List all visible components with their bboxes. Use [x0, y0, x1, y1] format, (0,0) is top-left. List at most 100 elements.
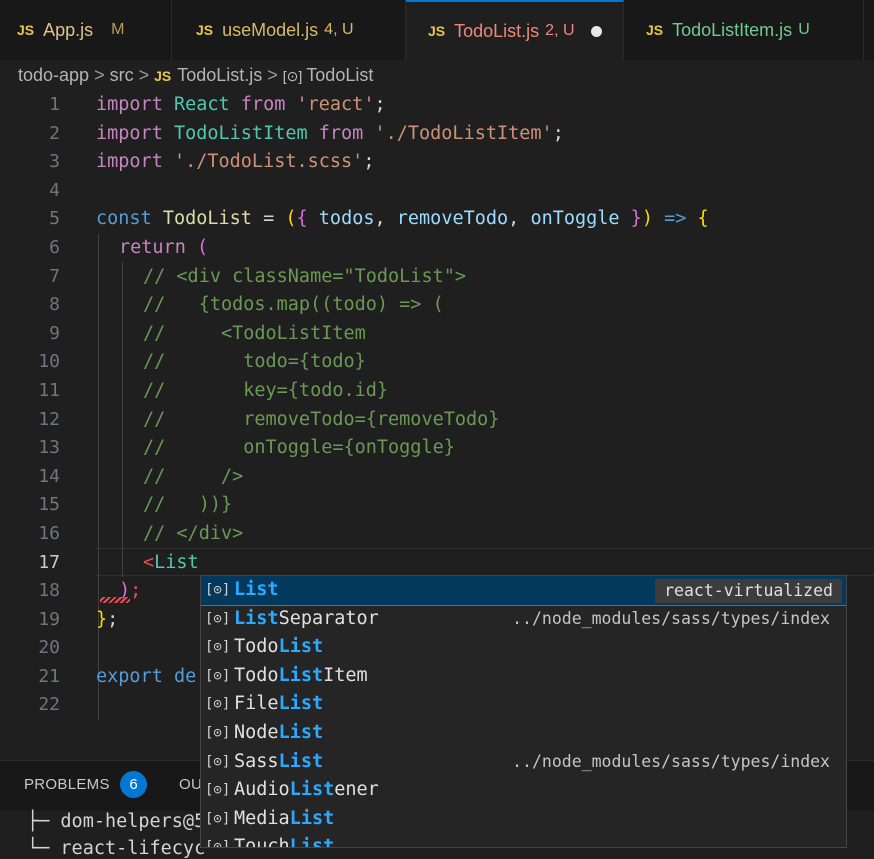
- suggestion-match: List: [289, 779, 335, 801]
- token: from: [240, 94, 286, 115]
- js-file-icon: JS: [428, 23, 446, 39]
- suggestion-item[interactable]: [⊙] TodoListItem: [201, 662, 846, 691]
- token: ;: [374, 94, 386, 115]
- suggestion-item[interactable]: [⊙] MediaList: [201, 805, 846, 834]
- tab-label: App.js: [43, 19, 94, 40]
- suggestion-match: List: [234, 607, 279, 629]
- suggestion-item[interactable]: [⊙] SassList ../node_modules/sass/types/in…: [201, 748, 846, 777]
- tab-label: useModel.js: [222, 19, 319, 40]
- symbol-cube-icon: [⊙]: [205, 696, 231, 713]
- error-squiggle: [100, 597, 130, 603]
- line-number: 21: [38, 665, 60, 687]
- line-number: 14: [38, 465, 60, 487]
- code-line-16: // </div>: [143, 522, 244, 544]
- symbol-cube-icon: [⊙]: [205, 582, 231, 598]
- token: <: [143, 551, 155, 573]
- line-number: 22: [38, 694, 60, 716]
- code-line-6: return (: [96, 234, 709, 263]
- token: ,: [374, 208, 397, 230]
- suggestion-prefix: File: [234, 693, 279, 715]
- terminal-line: └─ react-lifecyc: [27, 838, 206, 859]
- line-number: 8: [49, 294, 60, 316]
- token: ;: [107, 608, 119, 630]
- suggestion-item[interactable]: [⊙] TouchList: [201, 833, 846, 848]
- line-number: 13: [38, 437, 60, 459]
- token: React: [162, 94, 241, 115]
- suggestion-detail: react-virtualized: [655, 579, 842, 603]
- suggestion-item[interactable]: [⊙] ListSeparator ../node_modules/sass/typ…: [201, 605, 846, 634]
- token: ;: [363, 151, 375, 173]
- suggestion-prefix: Sass: [234, 750, 279, 772]
- breadcrumb-file[interactable]: TodoList.js: [177, 65, 262, 85]
- autocomplete-suggestions[interactable]: [⊙] List react-virtualized [⊙] ListSeparator…: [200, 575, 847, 848]
- line-number: 6: [49, 236, 60, 258]
- line-number: 4: [49, 179, 60, 201]
- line-number: 15: [38, 494, 60, 516]
- tab-label: TodoListItem.js: [672, 19, 793, 40]
- suggestion-item[interactable]: [⊙] TodoList: [201, 633, 846, 662]
- token: }: [96, 608, 108, 630]
- tab-todolist-js[interactable]: JS TodoList.js 2, U: [406, 0, 624, 60]
- token: TodoList: [151, 208, 252, 230]
- suggestion-match: List: [289, 807, 335, 829]
- token: return: [119, 236, 186, 258]
- code-line-17: <List: [96, 549, 709, 578]
- suggestion-prefix: Todo: [234, 636, 279, 658]
- symbol-cube-icon: [⊙]: [205, 724, 231, 741]
- token: {: [697, 208, 709, 230]
- token: import: [96, 122, 163, 144]
- token: de: [162, 665, 197, 687]
- suggestion-prefix: Node: [234, 721, 279, 743]
- breadcrumb-folder[interactable]: todo-app: [18, 65, 89, 85]
- tab-usemodel-js[interactable]: JS useModel.js 4, U: [172, 0, 406, 60]
- token: ): [641, 208, 653, 230]
- suggestion-item[interactable]: [⊙] FileList: [201, 690, 846, 719]
- suggestion-match: List: [278, 693, 324, 715]
- suggestion-match: List: [289, 836, 335, 848]
- breadcrumb-symbol[interactable]: TodoList: [306, 65, 373, 85]
- token: ;: [552, 122, 564, 144]
- symbol-cube-icon: [⊙]: [205, 839, 231, 848]
- code-line-5: const TodoList = ({ todos, removeTodo, o…: [96, 205, 709, 234]
- token: =>: [652, 208, 698, 230]
- token: './TodoList.scss': [162, 151, 364, 173]
- symbol-cube-icon: [⊙]: [205, 610, 231, 627]
- code-line-7: // <div className="TodoList">: [143, 265, 467, 287]
- suggestion-match: List: [278, 664, 324, 686]
- suggestion-match: List: [278, 750, 324, 772]
- suggestion-item[interactable]: [⊙] AudioListener: [201, 776, 846, 805]
- tab-app-js[interactable]: JS App.js M: [0, 0, 172, 60]
- breadcrumb-sub[interactable]: src: [110, 65, 134, 85]
- suggestion-item[interactable]: [⊙] List react-virtualized: [201, 576, 846, 606]
- suggestion-item[interactable]: [⊙] NodeList: [201, 719, 846, 748]
- token: TodoListItem: [162, 122, 319, 144]
- unsaved-dot-icon[interactable]: [590, 25, 602, 37]
- token: =: [251, 208, 286, 230]
- symbol-cube-icon: [⊙]: [205, 810, 231, 827]
- code-line-1: import React from 'react';: [96, 91, 709, 120]
- js-file-icon: JS: [646, 22, 664, 38]
- token: 'react': [285, 94, 375, 115]
- token: import: [96, 94, 163, 115]
- token: ;: [130, 580, 142, 602]
- tab-problems[interactable]: PROBLEMS: [24, 776, 110, 793]
- token: List: [154, 551, 199, 573]
- code-line-14: // />: [143, 465, 244, 487]
- line-number: 20: [38, 637, 60, 659]
- symbol-cube-icon: [⊙]: [205, 782, 231, 799]
- code-line-11: // key={todo.id}: [143, 379, 389, 401]
- chevron-right-icon: >: [267, 65, 278, 85]
- line-number: 12: [38, 408, 60, 430]
- tab-output[interactable]: OU: [179, 776, 202, 793]
- code-line-2: import TodoListItem from './TodoListItem…: [96, 120, 709, 149]
- line-number: 10: [38, 351, 60, 373]
- token: removeTodo: [396, 208, 509, 230]
- tab-todolistitem-js[interactable]: JS TodoListItem.js U: [624, 0, 864, 60]
- suggestion-match: List: [278, 636, 324, 658]
- line-number: 17: [38, 551, 60, 573]
- token: {: [296, 208, 308, 230]
- symbol-cube-icon: [⊙]: [205, 639, 231, 656]
- suggestion-match: List: [234, 579, 279, 600]
- line-number: 3: [49, 151, 60, 173]
